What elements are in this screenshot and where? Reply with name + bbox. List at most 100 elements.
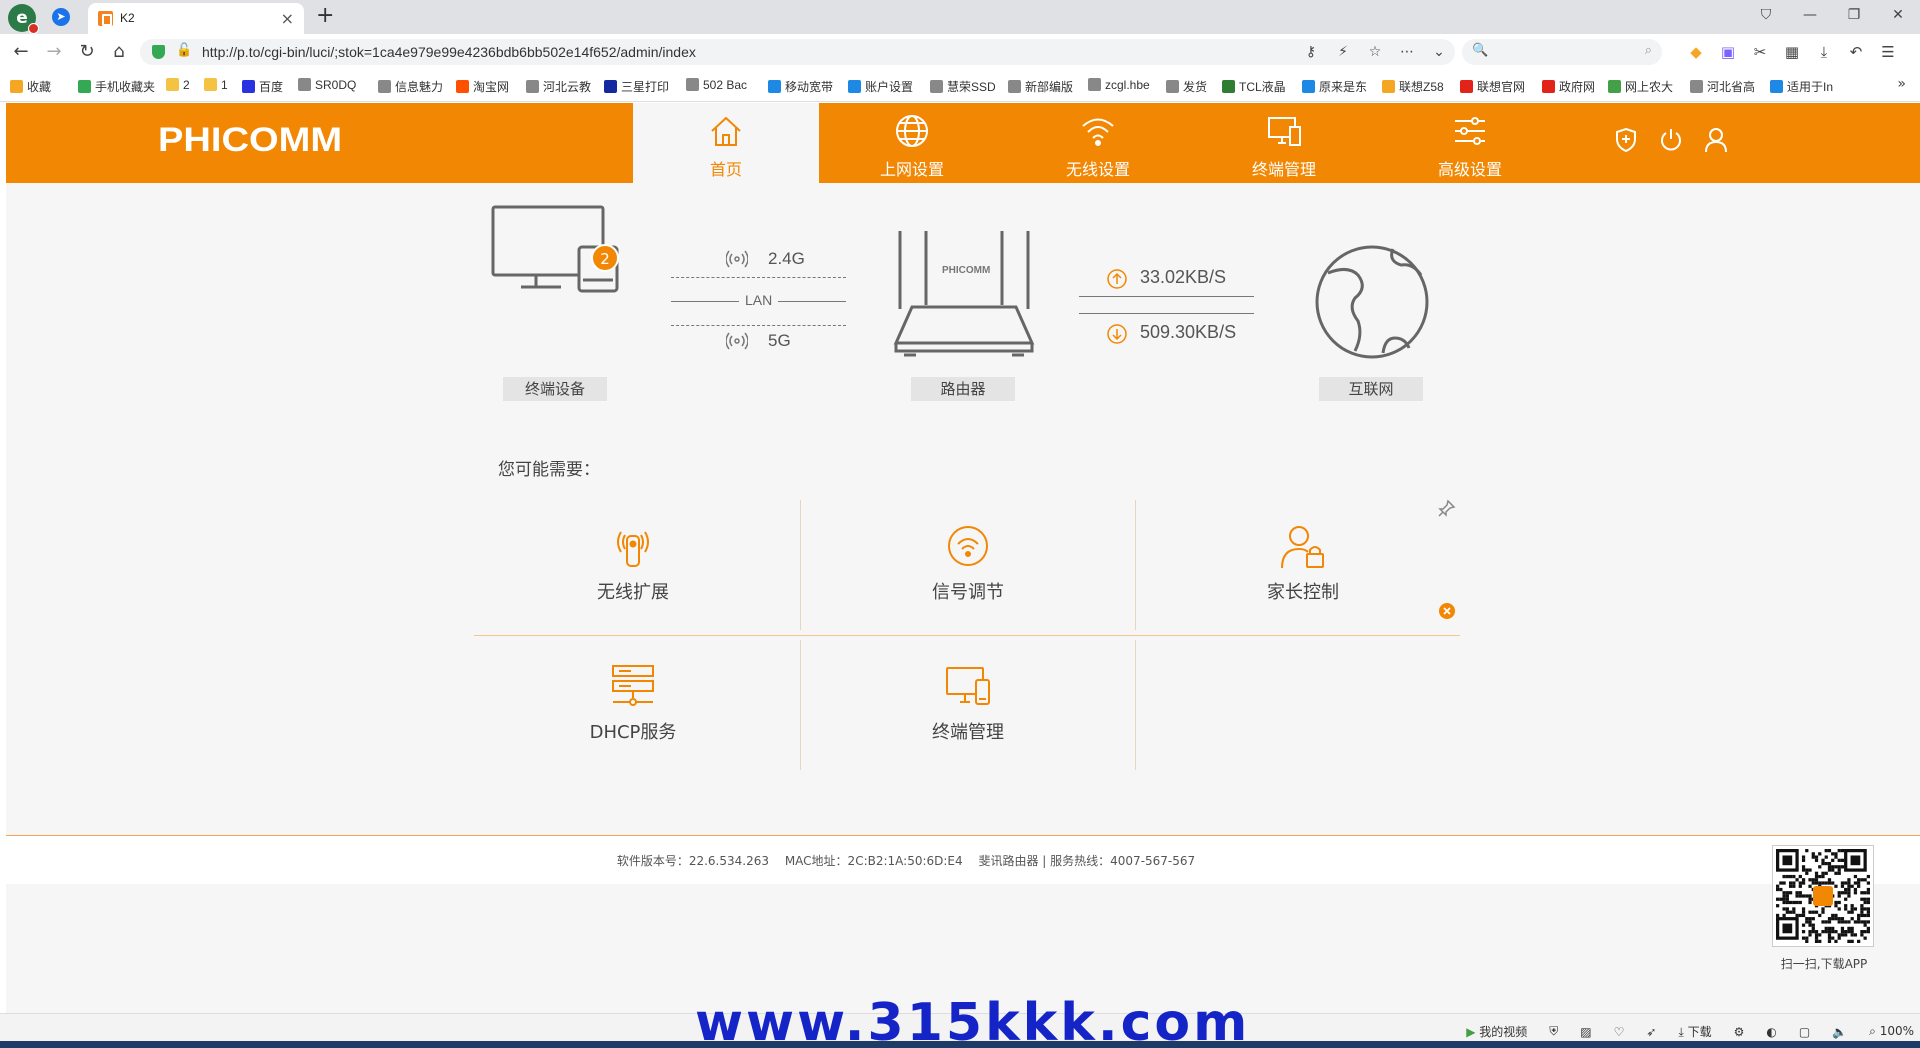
band-24g-label: 2.4G bbox=[768, 249, 805, 268]
bookmark-item[interactable]: 慧荣SSD bbox=[930, 78, 996, 95]
bookmark-item[interactable]: 河北云教 bbox=[526, 78, 591, 95]
bookmark-icon bbox=[686, 78, 699, 91]
undo-icon[interactable]: ↶ bbox=[1840, 42, 1872, 62]
bookmark-item[interactable]: 原来是东 bbox=[1302, 78, 1367, 95]
bookmark-item[interactable]: TCL液晶 bbox=[1222, 78, 1286, 95]
upload-arrow-icon bbox=[1107, 269, 1127, 289]
star-icon[interactable]: ☆ bbox=[1359, 42, 1391, 62]
router-device-icon[interactable] bbox=[892, 229, 1036, 361]
browser-mode-icon[interactable]: ◐ bbox=[1766, 1025, 1776, 1039]
pinned-tab-icon[interactable]: ➤ bbox=[52, 8, 70, 26]
bookmarks-overflow-icon[interactable]: » bbox=[1897, 76, 1906, 92]
quick-item-signal-adjust[interactable]: 信号调节 bbox=[801, 500, 1135, 630]
quick-links-title: 您可能需要： bbox=[498, 460, 600, 480]
nav-tab-terminals[interactable]: 终端管理 bbox=[1191, 103, 1377, 183]
scissors-icon[interactable]: ✂ bbox=[1744, 42, 1776, 62]
bookmark-item[interactable]: 政府网 bbox=[1542, 78, 1595, 95]
router-label[interactable]: 路由器 bbox=[911, 377, 1015, 401]
security-shield-icon[interactable] bbox=[152, 45, 165, 59]
shirt-skin-icon[interactable]: ⛉ bbox=[1744, 0, 1788, 30]
bookmark-item[interactable]: 1 bbox=[204, 78, 228, 92]
tab-k2[interactable]: K2 × bbox=[88, 3, 304, 34]
link-5g-line bbox=[671, 325, 846, 326]
bookmark-item[interactable]: 2 bbox=[166, 78, 190, 92]
insecure-lock-icon[interactable]: 🔓 bbox=[176, 43, 192, 58]
volume-icon[interactable]: 🔈 bbox=[1832, 1025, 1847, 1039]
security-shield-icon[interactable] bbox=[1614, 127, 1638, 153]
bookmark-item[interactable]: 502 Bac bbox=[686, 78, 747, 92]
bookmark-item[interactable]: zcgl.hbe bbox=[1088, 78, 1150, 92]
bookmark-item[interactable]: 发货 bbox=[1166, 78, 1207, 95]
home-button[interactable]: ⌂ bbox=[108, 41, 130, 63]
nav-label: 无线设置 bbox=[1065, 160, 1130, 179]
bookmark-icon bbox=[166, 78, 179, 91]
quick-item-terminal-manage[interactable]: 终端管理 bbox=[801, 640, 1135, 770]
search-input[interactable]: 🔍 ⌕ bbox=[1462, 39, 1662, 65]
lightning-icon[interactable]: ⚡ bbox=[1327, 42, 1359, 62]
internet-globe-icon[interactable] bbox=[1313, 243, 1431, 361]
image-icon[interactable]: ▨ bbox=[1580, 1025, 1591, 1039]
globe-icon bbox=[896, 115, 928, 147]
minimize-button[interactable]: — bbox=[1788, 0, 1832, 30]
url-text[interactable]: http://p.to/cgi-bin/luci/;stok=1ca4e979e… bbox=[202, 44, 696, 60]
my-videos-button[interactable]: ▶ 我的视频 bbox=[1466, 1023, 1527, 1040]
browser-logo-icon[interactable]: e bbox=[8, 4, 39, 34]
service-hotline: 斐讯路由器 | 服务热线：4007-567-567 bbox=[978, 854, 1196, 868]
health-icon[interactable]: ♡ bbox=[1614, 1025, 1625, 1039]
internet-label[interactable]: 互联网 bbox=[1319, 377, 1423, 401]
bookmark-icon bbox=[242, 80, 255, 93]
new-tab-button[interactable]: + bbox=[316, 3, 334, 28]
power-icon[interactable] bbox=[1659, 127, 1683, 153]
download-status-button[interactable]: ⤓ 下载 bbox=[1678, 1023, 1711, 1040]
bookmark-item[interactable]: 信息魅力 bbox=[378, 78, 443, 95]
menu-icon[interactable]: ☰ bbox=[1872, 42, 1904, 62]
reload-button[interactable]: ↻ bbox=[76, 41, 98, 63]
nav-tab-internet[interactable]: 上网设置 bbox=[819, 103, 1005, 183]
bookmark-item[interactable]: 网上农大 bbox=[1608, 78, 1673, 95]
restore-button[interactable]: ❐ bbox=[1832, 0, 1876, 30]
terminal-device-label[interactable]: 终端设备 bbox=[503, 377, 607, 401]
bookmark-item[interactable]: 百度 bbox=[242, 78, 283, 95]
bookmark-item[interactable]: 联想官网 bbox=[1460, 78, 1525, 95]
bookmark-icon bbox=[298, 78, 311, 91]
search-go-icon[interactable]: ⌕ bbox=[1645, 43, 1652, 58]
bookmark-item[interactable]: 适用于In bbox=[1770, 78, 1833, 95]
tab-close-icon[interactable]: × bbox=[281, 9, 294, 28]
bookmark-item[interactable]: 账户设置 bbox=[848, 78, 913, 95]
nav-tab-wireless[interactable]: 无线设置 bbox=[1005, 103, 1191, 183]
network-icon[interactable]: ⚙ bbox=[1734, 1025, 1745, 1039]
bookmark-item[interactable]: SR0DQ bbox=[298, 78, 356, 92]
quick-item-wireless-extend[interactable]: 无线扩展 bbox=[466, 500, 800, 630]
translate-icon[interactable]: ▣ bbox=[1712, 42, 1744, 62]
chevron-down-icon[interactable]: ⌄ bbox=[1423, 42, 1455, 62]
download-icon[interactable]: ⤓ bbox=[1808, 42, 1840, 62]
bookmark-item[interactable]: 三星打印 bbox=[604, 78, 669, 95]
search-icon: 🔍 bbox=[1472, 43, 1489, 58]
bookmark-icon bbox=[1166, 80, 1179, 93]
user-icon[interactable] bbox=[1704, 127, 1728, 153]
close-window-button[interactable]: ✕ bbox=[1876, 0, 1920, 30]
rocket-icon[interactable]: ➶ bbox=[1646, 1025, 1656, 1039]
apps-grid-icon[interactable]: ▦ bbox=[1776, 42, 1808, 62]
url-bar[interactable]: 🔓 http://p.to/cgi-bin/luci/;stok=1ca4e97… bbox=[140, 39, 1455, 65]
bookmark-item[interactable]: 手机收藏夹 bbox=[78, 78, 155, 95]
bookmark-item[interactable]: 河北省高 bbox=[1690, 78, 1755, 95]
bookmark-item[interactable]: 新部编版 bbox=[1008, 78, 1073, 95]
key-icon[interactable]: ⚷ bbox=[1295, 42, 1327, 62]
nav-tab-home[interactable]: 首页 bbox=[633, 103, 819, 183]
forward-button[interactable]: → bbox=[43, 41, 65, 63]
quick-item-parental-control[interactable]: 家长控制 bbox=[1136, 500, 1470, 630]
quick-item-dhcp[interactable]: DHCP服务 bbox=[466, 640, 800, 770]
bookmark-item[interactable]: 收藏 bbox=[10, 78, 51, 95]
window-icon[interactable]: ▢ bbox=[1799, 1025, 1810, 1039]
shield-status-icon[interactable]: ⛨ bbox=[1549, 1024, 1558, 1039]
more-icon[interactable]: ⋯ bbox=[1391, 42, 1423, 62]
bookmark-item[interactable]: 淘宝网 bbox=[456, 78, 509, 95]
extension-shield-icon[interactable]: ◆ bbox=[1680, 42, 1712, 62]
bookmark-item[interactable]: 联想Z58 bbox=[1382, 78, 1444, 95]
nav-tab-advanced[interactable]: 高级设置 bbox=[1377, 103, 1563, 183]
back-button[interactable]: ← bbox=[10, 41, 32, 63]
zoom-level[interactable]: ⌕ 100% bbox=[1869, 1024, 1914, 1039]
quick-item-label: DHCP服务 bbox=[589, 722, 677, 743]
bookmark-item[interactable]: 移动宽带 bbox=[768, 78, 833, 95]
